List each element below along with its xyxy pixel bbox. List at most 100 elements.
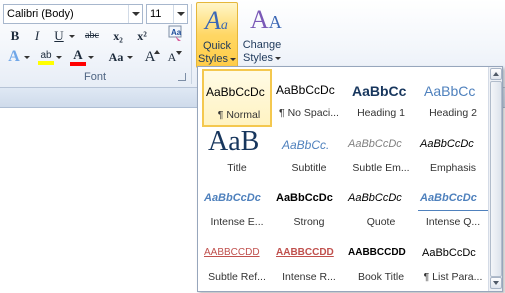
style-name: Subtle Ref... bbox=[208, 271, 266, 283]
underline-dropdown-icon[interactable] bbox=[69, 35, 75, 38]
style-sample: AaBbCcDc bbox=[418, 192, 488, 211]
style-name: Intense Q... bbox=[425, 216, 481, 228]
style-intense-quote[interactable]: AaBbCcDc Intense Q... bbox=[418, 178, 488, 236]
change-case-dropdown-icon[interactable] bbox=[127, 56, 133, 59]
style-name: Heading 1 bbox=[357, 107, 405, 119]
style-sample: AaBbCcDc bbox=[348, 138, 402, 150]
underline-button[interactable]: U bbox=[49, 26, 75, 46]
quick-styles-label-2-text: Styles bbox=[198, 53, 228, 65]
font-name-combo[interactable]: Calibri (Body) bbox=[3, 4, 143, 24]
quick-styles-gallery: AaBbCcDc ¶ Normal AaBbCcDc ¶ No Spaci...… bbox=[197, 66, 503, 292]
text-effects-icon: A bbox=[8, 48, 20, 65]
grow-font-button[interactable]: A bbox=[140, 47, 160, 67]
style-name: Strong bbox=[293, 216, 325, 228]
style-sample: AaBbCc. bbox=[282, 138, 330, 152]
style-name: Subtle Em... bbox=[352, 162, 410, 174]
highlight-icon: ab bbox=[40, 50, 52, 61]
change-styles-dropdown-icon bbox=[274, 56, 281, 60]
clear-formatting-button[interactable]: Aa bbox=[165, 24, 185, 44]
strikethrough-button[interactable]: abc bbox=[80, 26, 104, 46]
font-color-icon: A bbox=[73, 47, 83, 62]
style-sample: AaBbCcDc bbox=[422, 247, 476, 259]
highlight-dropdown-icon[interactable] bbox=[56, 56, 62, 59]
font-color-button[interactable]: A bbox=[68, 47, 94, 67]
style-sample: AaBbCcDc bbox=[276, 192, 333, 204]
change-styles-label-2: Styles bbox=[240, 52, 284, 64]
style-name: Title bbox=[227, 162, 247, 174]
style-sample: AABBCCDD bbox=[276, 247, 334, 258]
clear-formatting-icon: Aa bbox=[168, 25, 182, 41]
style-subtitle[interactable]: AaBbCc. Subtitle bbox=[274, 124, 344, 182]
scroll-down-icon[interactable] bbox=[490, 277, 502, 289]
superscript-button[interactable]: x² bbox=[132, 26, 152, 46]
style-sample: AaB bbox=[208, 126, 260, 157]
change-styles-label-2-text: Styles bbox=[243, 52, 273, 64]
change-case-label: Aa bbox=[108, 50, 124, 64]
shrink-font-arrow-icon bbox=[176, 51, 182, 55]
font-color-dropdown-icon[interactable] bbox=[88, 56, 94, 59]
style-name: Intense R... bbox=[282, 271, 336, 283]
font-color-swatch bbox=[70, 62, 86, 66]
style-name: ¶ List Para... bbox=[423, 271, 483, 283]
scroll-up-icon[interactable] bbox=[490, 68, 502, 80]
style-book-title[interactable]: AABBCCDD Book Title bbox=[346, 233, 416, 291]
text-effects-button[interactable]: A bbox=[4, 47, 30, 67]
style-emphasis[interactable]: AaBbCcDc Emphasis bbox=[418, 124, 488, 182]
style-intense-reference[interactable]: AABBCCDD Intense R... bbox=[274, 233, 344, 291]
style-subtle-emphasis[interactable]: AaBbCcDc Subtle Em... bbox=[346, 124, 416, 182]
style-name: Subtitle bbox=[291, 162, 327, 174]
style-sample: AaBbCcDc bbox=[206, 85, 265, 99]
style-normal[interactable]: AaBbCcDc ¶ Normal bbox=[202, 69, 272, 127]
highlight-button[interactable]: ab bbox=[36, 47, 62, 67]
font-group-label: Font bbox=[83, 71, 106, 83]
style-sample: AaBbCcDc bbox=[204, 192, 261, 204]
change-styles-button[interactable]: AA Change Styles bbox=[240, 2, 284, 68]
style-no-spacing[interactable]: AaBbCcDc ¶ No Spaci... bbox=[274, 69, 344, 127]
italic-button[interactable]: I bbox=[27, 26, 47, 46]
style-heading-1[interactable]: AaBbCc Heading 1 bbox=[346, 69, 416, 127]
style-sample: AABBCCDD bbox=[204, 247, 260, 258]
scroll-thumb[interactable] bbox=[490, 81, 502, 277]
bold-button[interactable]: B bbox=[5, 26, 25, 46]
change-styles-label-1: Change bbox=[242, 39, 282, 51]
text-effects-dropdown-icon[interactable] bbox=[24, 56, 30, 59]
style-sample: AaBbCcDc bbox=[348, 192, 402, 204]
style-name: ¶ Normal bbox=[217, 109, 261, 121]
style-name: Book Title bbox=[357, 271, 405, 283]
font-name-value: Calibri (Body) bbox=[7, 8, 74, 20]
font-name-dropdown-icon[interactable] bbox=[128, 5, 142, 23]
group-separator bbox=[191, 4, 192, 84]
shrink-font-button[interactable]: A bbox=[162, 47, 182, 67]
underline-label: U bbox=[54, 28, 64, 43]
style-strong[interactable]: AaBbCcDc Strong bbox=[274, 178, 344, 236]
style-intense-emphasis[interactable]: AaBbCcDc Intense E... bbox=[202, 178, 272, 236]
svg-text:Aa: Aa bbox=[171, 28, 182, 37]
font-size-value: 11 bbox=[150, 8, 162, 20]
style-subtle-reference[interactable]: AABBCCDD Subtle Ref... bbox=[202, 233, 272, 291]
quick-styles-button[interactable]: Aa Quick Styles bbox=[196, 2, 238, 68]
style-quote[interactable]: AaBbCcDc Quote bbox=[346, 178, 416, 236]
quick-styles-label-1: Quick bbox=[202, 40, 232, 52]
quick-styles-icon: Aa bbox=[205, 6, 228, 35]
font-size-combo[interactable]: 11 bbox=[146, 4, 188, 24]
dialog-launcher-icon[interactable] bbox=[178, 73, 186, 81]
style-name: Emphasis bbox=[429, 162, 477, 174]
style-heading-2[interactable]: AaBbCc Heading 2 bbox=[418, 69, 488, 127]
quick-styles-dropdown-icon bbox=[229, 57, 236, 61]
style-name: Heading 2 bbox=[429, 107, 477, 119]
style-sample: AaBbCcDc bbox=[420, 138, 474, 150]
gallery-scrollbar[interactable] bbox=[488, 67, 502, 291]
style-title[interactable]: AaB Title bbox=[202, 124, 272, 182]
style-list-paragraph[interactable]: AaBbCcDc ¶ List Para... bbox=[418, 233, 488, 291]
style-name: Quote bbox=[366, 216, 396, 228]
grow-font-arrow-icon bbox=[154, 50, 160, 54]
change-case-button[interactable]: Aa bbox=[104, 47, 133, 67]
style-sample: AaBbCc bbox=[424, 83, 476, 99]
quick-styles-label-2: Styles bbox=[197, 53, 237, 65]
style-name: Intense E... bbox=[210, 216, 264, 228]
style-name: ¶ No Spaci... bbox=[279, 107, 339, 119]
font-size-dropdown-icon[interactable] bbox=[173, 5, 187, 23]
subscript-button[interactable]: x₂ bbox=[108, 26, 128, 46]
change-styles-icon: AA bbox=[250, 5, 282, 34]
style-sample: AABBCCDD bbox=[348, 247, 406, 258]
